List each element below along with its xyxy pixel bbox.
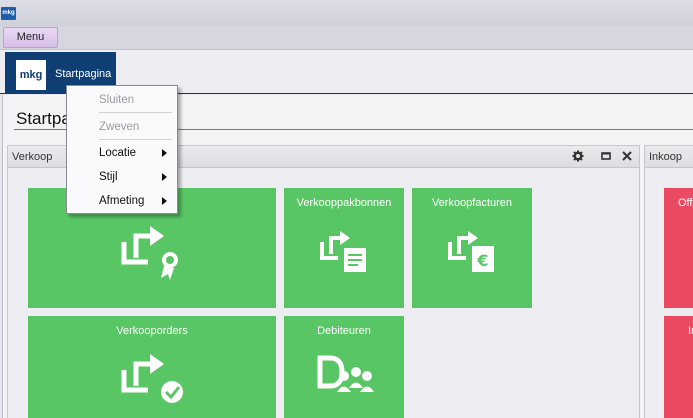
tile-debiteuren[interactable]: Debiteuren	[284, 316, 404, 418]
tile-verkooporders[interactable]: Verkooporders	[28, 316, 276, 418]
tile-label: Off	[678, 197, 693, 209]
app-logo-icon: mkg	[1, 7, 16, 20]
panel-title: Verkoop	[12, 151, 53, 163]
invoice-euro-icon: €	[448, 231, 494, 272]
tile-verkoopfacturen[interactable]: Verkoopfacturen €	[412, 188, 532, 308]
tile-label: Verkooppakbonnen	[296, 197, 392, 209]
tab-label: Startpagina	[55, 68, 112, 80]
tile-label: Debiteuren	[317, 325, 371, 337]
tile-verkooppakbonnen[interactable]: Verkooppakbonnen	[284, 188, 404, 308]
menu-item-stijl[interactable]: Stijl	[67, 166, 177, 188]
menu-separator	[99, 112, 172, 113]
order-check-icon	[121, 354, 183, 403]
menu-separator	[99, 139, 172, 140]
tile-label: Verkoopfacturen	[431, 197, 513, 209]
menu-item-sluiten[interactable]: Sluiten	[67, 89, 177, 111]
tab-logo-icon: mkg	[16, 60, 46, 90]
panel-title: Inkoop	[649, 151, 683, 163]
menu-item-locatie[interactable]: Locatie	[67, 142, 177, 164]
tile-offertes-inkoop[interactable]: Off	[664, 188, 693, 308]
quote-ribbon-icon	[121, 226, 178, 280]
menu-bar: Menu	[0, 26, 693, 50]
debtors-group-icon	[317, 355, 374, 392]
maximize-icon[interactable]	[599, 149, 613, 163]
menu-item-zweven[interactable]: Zweven	[67, 116, 177, 138]
tile-inkoop-second[interactable]: In	[664, 316, 693, 418]
gear-icon[interactable]	[571, 149, 585, 163]
tile-label: In	[688, 325, 693, 337]
submenu-arrow-icon	[162, 197, 167, 205]
menu-button[interactable]: Menu	[3, 27, 58, 48]
panel-inkoop: Inkoop Off In	[644, 145, 693, 418]
close-icon[interactable]	[620, 149, 634, 163]
submenu-arrow-icon	[162, 149, 167, 157]
packing-slip-icon	[320, 231, 366, 272]
panel-header: Inkoop	[645, 146, 693, 168]
svg-text:€: €	[476, 251, 488, 270]
context-menu: Sluiten Zweven Locatie Stijl Afmeting	[66, 85, 178, 214]
submenu-arrow-icon	[162, 173, 167, 181]
title-bar: mkg	[0, 0, 693, 26]
tile-label: Verkooporders	[116, 325, 188, 337]
menu-item-afmeting[interactable]: Afmeting	[67, 190, 177, 212]
